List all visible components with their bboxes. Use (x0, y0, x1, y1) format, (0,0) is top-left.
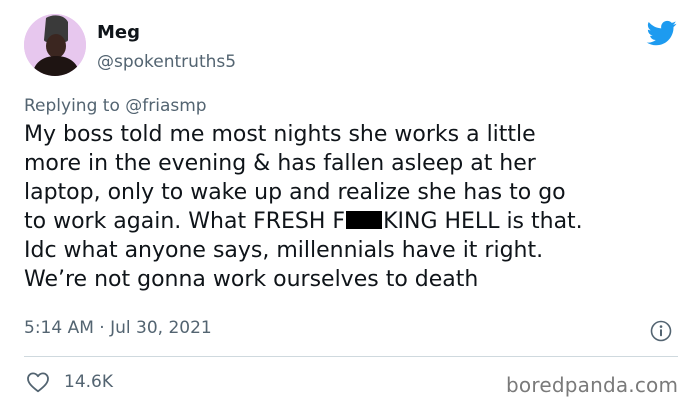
reply-mention[interactable]: @friasmp (125, 96, 206, 116)
tweet-line-3: laptop, only to wake up and realize she … (24, 180, 566, 205)
watermark: boredpanda.com (506, 373, 679, 397)
divider (24, 356, 678, 357)
avatar[interactable] (24, 14, 86, 76)
twitter-bird-icon[interactable] (645, 18, 679, 48)
censor-bar (346, 211, 383, 229)
avatar-image (24, 14, 86, 76)
author-name[interactable]: Meg (97, 22, 140, 43)
replying-prefix: Replying to (24, 96, 120, 116)
tweet-timestamp[interactable]: 5:14 AM · Jul 30, 2021 (24, 318, 212, 338)
tweet-line-2: more in the evening & has fallen asleep … (24, 151, 536, 176)
tweet-text: My boss told me most nights she works a … (24, 120, 674, 294)
author-handle[interactable]: @spokentruths5 (97, 52, 236, 72)
tweet-line-6: We’re not gonna work ourselves to death (24, 267, 479, 292)
replying-to: Replying to @friasmp (24, 96, 207, 116)
tweet-line-5: Idc what anyone says, millennials have i… (24, 238, 544, 263)
like-count[interactable]: 14.6K (64, 372, 113, 392)
info-icon[interactable] (650, 320, 672, 342)
tweet-line-1: My boss told me most nights she works a … (24, 122, 536, 147)
tweet-line-4: to work again. What FRESH F KING HELL is … (24, 207, 674, 236)
tweet-line-4-end: KING HELL is that. (383, 209, 583, 234)
tweet-line-4-start: to work again. What FRESH F (24, 209, 346, 234)
heart-icon[interactable] (26, 371, 50, 393)
